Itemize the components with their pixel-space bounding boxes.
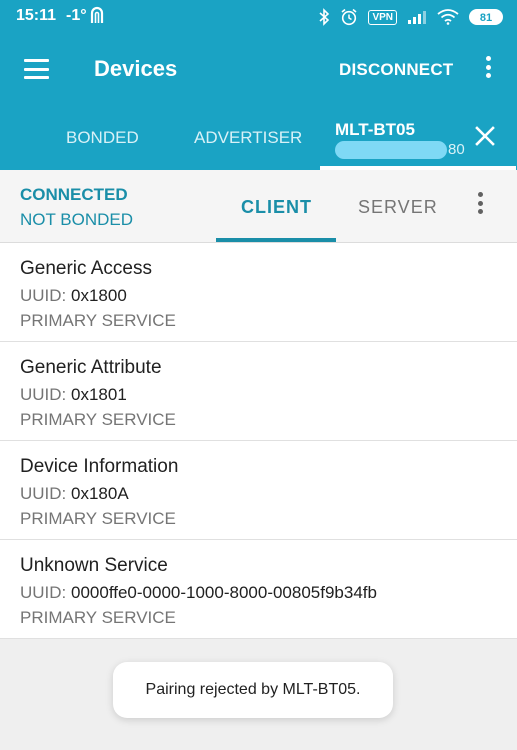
uuid-value: 0x1800	[71, 286, 127, 305]
service-type: PRIMARY SERVICE	[20, 311, 176, 330]
disconnect-button[interactable]: DISCONNECT	[339, 60, 453, 80]
service-uuid: UUID: 0x1801	[20, 385, 127, 405]
service-list: Generic Access UUID: 0x1800 PRIMARY SERV…	[0, 243, 517, 639]
signal-icon	[408, 11, 426, 24]
close-icon[interactable]	[474, 125, 496, 147]
service-item-device-information[interactable]: Device Information UUID: 0x180A PRIMARY …	[0, 441, 517, 540]
service-name: Unknown Service	[20, 555, 168, 576]
uuid-value: 0000ffe0-0000-1000-8000-00805f9b34fb	[71, 583, 377, 602]
service-type: PRIMARY SERVICE	[20, 509, 176, 528]
service-item-generic-attribute[interactable]: Generic Attribute UUID: 0x1801 PRIMARY S…	[0, 342, 517, 441]
service-uuid: UUID: 0x1800	[20, 286, 127, 306]
uuid-value: 0x1801	[71, 385, 127, 404]
uuid-value: 0x180A	[71, 484, 129, 503]
connection-status: CONNECTED	[20, 185, 128, 204]
device-address: 80	[335, 139, 470, 163]
role-tab-indicator	[216, 238, 336, 242]
vpn-icon: VPN	[368, 9, 397, 25]
alarm-icon	[341, 8, 357, 26]
tab-bonded[interactable]: BONDED	[66, 128, 139, 148]
service-item-unknown-service[interactable]: Unknown Service UUID: 0000ffe0-0000-1000…	[0, 540, 517, 639]
tab-server[interactable]: SERVER	[358, 197, 438, 218]
service-type: PRIMARY SERVICE	[20, 410, 176, 429]
connection-header: CONNECTED NOT BONDED CLIENT SERVER	[0, 170, 517, 243]
battery-icon: 81	[469, 9, 503, 25]
service-name: Generic Attribute	[20, 357, 162, 378]
bond-status: NOT BONDED	[20, 210, 134, 229]
status-bar: 15:11 -1° VPN 81	[0, 0, 517, 34]
service-name: Generic Access	[20, 258, 152, 279]
wifi-icon	[437, 9, 459, 25]
service-type: PRIMARY SERVICE	[20, 608, 176, 627]
status-time: 15:11	[16, 7, 57, 24]
service-uuid: UUID: 0000ffe0-0000-1000-8000-00805f9b34…	[20, 583, 377, 603]
status-temperature: -1°	[66, 7, 87, 24]
bluetooth-icon	[319, 8, 330, 26]
app-bar: Devices DISCONNECT BONDED ADVERTISER MLT…	[0, 34, 517, 170]
uuid-label: UUID:	[20, 583, 67, 602]
service-uuid: UUID: 0x180A	[20, 484, 129, 504]
tab-client[interactable]: CLIENT	[241, 197, 312, 218]
status-icons: VPN 81	[318, 5, 503, 29]
tab-advertiser[interactable]: ADVERTISER	[194, 128, 302, 148]
uuid-label: UUID:	[20, 484, 67, 503]
client-overflow-menu-icon[interactable]	[472, 192, 488, 220]
service-item-generic-access[interactable]: Generic Access UUID: 0x1800 PRIMARY SERV…	[0, 243, 517, 342]
uuid-label: UUID:	[20, 286, 67, 305]
notification-app-icon	[90, 6, 104, 23]
overflow-menu-icon[interactable]	[478, 56, 498, 84]
service-name: Device Information	[20, 456, 179, 477]
hamburger-menu-icon[interactable]	[24, 59, 49, 79]
page-title: Devices	[94, 56, 178, 81]
device-address-tail: 80	[448, 141, 465, 158]
toast-message: Pairing rejected by MLT-BT05.	[113, 662, 393, 718]
redacted-address	[335, 141, 447, 159]
uuid-label: UUID:	[20, 385, 67, 404]
tab-device-mlt-bt05[interactable]: MLT-BT05	[335, 120, 415, 140]
